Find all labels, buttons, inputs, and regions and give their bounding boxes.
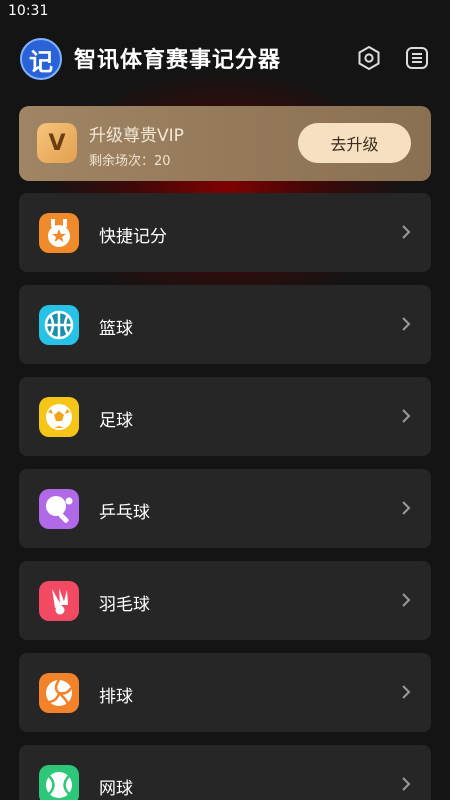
- sport-item-volleyball[interactable]: 排球: [19, 653, 431, 732]
- sport-label: 篮球: [99, 319, 133, 339]
- vip-badge-icon: V: [37, 123, 77, 163]
- ping-pong-icon: [39, 489, 79, 529]
- hexagon-settings-icon[interactable]: [354, 43, 384, 73]
- sport-item-tennis[interactable]: 网球: [19, 745, 431, 800]
- chevron-right-icon: [402, 501, 411, 515]
- app-title: 智讯体育赛事记分器: [74, 48, 282, 73]
- menu-icon[interactable]: [402, 43, 432, 73]
- sport-list: 快捷记分 篮球 足球 乒乓球 羽毛球 排球 网球: [19, 193, 431, 800]
- sport-label: 网球: [99, 779, 133, 799]
- chevron-right-icon: [402, 777, 411, 791]
- sport-item-soccer[interactable]: 足球: [19, 377, 431, 456]
- sport-label: 乒乓球: [99, 503, 150, 523]
- soccer-ball-icon: [39, 397, 79, 437]
- basketball-icon: [39, 305, 79, 345]
- upgrade-button[interactable]: 去升级: [298, 123, 411, 163]
- vip-remaining: 剩余场次：20: [89, 154, 171, 169]
- app-logo: 记: [20, 38, 62, 80]
- vip-title: 升级尊贵VIP: [89, 126, 184, 146]
- vip-badge-letter: V: [48, 130, 66, 156]
- app-header: 记 智讯体育赛事记分器: [0, 30, 450, 86]
- sport-item-ping-pong[interactable]: 乒乓球: [19, 469, 431, 548]
- sport-item-badminton[interactable]: 羽毛球: [19, 561, 431, 640]
- sport-label: 足球: [99, 411, 133, 431]
- sport-item-basketball[interactable]: 篮球: [19, 285, 431, 364]
- medal-star-icon: [39, 213, 79, 253]
- chevron-right-icon: [402, 593, 411, 607]
- vip-card[interactable]: V 升级尊贵VIP 剩余场次：20 去升级: [19, 106, 431, 181]
- chevron-right-icon: [402, 409, 411, 423]
- app-logo-char: 记: [29, 47, 53, 76]
- badminton-icon: [39, 581, 79, 621]
- volleyball-icon: [39, 673, 79, 713]
- sport-label: 快捷记分: [99, 227, 167, 247]
- tennis-ball-icon: [39, 765, 79, 800]
- status-time: 10:31: [8, 3, 49, 19]
- sport-item-quick-score[interactable]: 快捷记分: [19, 193, 431, 272]
- sport-label: 排球: [99, 687, 133, 707]
- status-bar: 10:31: [0, 0, 450, 24]
- chevron-right-icon: [402, 225, 411, 239]
- sport-label: 羽毛球: [99, 595, 150, 615]
- chevron-right-icon: [402, 317, 411, 331]
- chevron-right-icon: [402, 685, 411, 699]
